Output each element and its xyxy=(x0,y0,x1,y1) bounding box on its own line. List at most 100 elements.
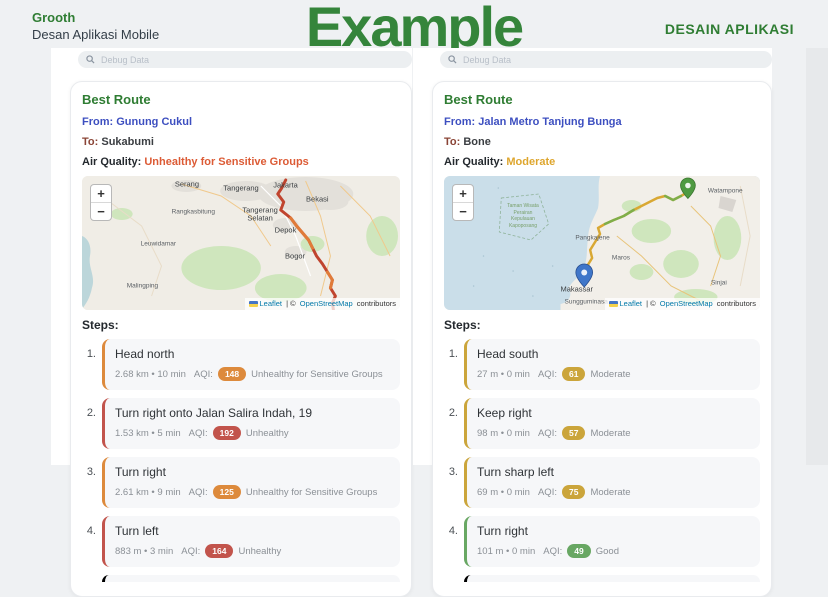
best-route-card: Best Route From: Gunung Cukul To: Sukabu… xyxy=(70,81,412,597)
map-label: Sinjai xyxy=(710,279,727,287)
map-label: Leuwidamar xyxy=(140,240,177,248)
step-item: 2. Turn right onto Jalan Salira Indah, 1… xyxy=(82,398,400,449)
card-title: Best Route xyxy=(82,92,151,107)
map-attribution: Leaflet | © OpenStreetMap contributors xyxy=(244,298,400,310)
aqi-category: Unhealthy xyxy=(238,545,282,557)
phone-screen-right: Best Route From: Jalan Metro Tanjung Bun… xyxy=(413,48,772,597)
map-label: Maros xyxy=(611,254,630,262)
map-tiles xyxy=(444,176,760,310)
map-label: Jakarta xyxy=(273,180,298,190)
steps-list: 1. Head north 2.68 km • 10 min AQI: 148 Unh… xyxy=(82,339,400,567)
map-label: Depok xyxy=(274,225,297,235)
aqi-category: Unhealthy for Sensitive Groups xyxy=(251,368,383,380)
step-distance: 2.61 km • 9 min xyxy=(115,486,181,498)
flag-icon xyxy=(608,300,618,307)
step-title: Turn left xyxy=(115,524,159,538)
search-input[interactable] xyxy=(461,53,764,66)
step-distance: 98 m • 0 min xyxy=(477,427,530,439)
aqi-category: Unhealthy xyxy=(245,427,289,439)
map-label: Watampone xyxy=(707,187,743,195)
aqi-category: Unhealthy for Sensitive Groups xyxy=(245,486,378,498)
map-label: Pangkajene xyxy=(575,234,610,242)
brand-name: Grooth xyxy=(32,10,76,25)
leaflet-link[interactable]: Leaflet xyxy=(260,299,283,308)
map-zoom-control: + − xyxy=(90,184,112,221)
osm-link[interactable]: OpenStreetMap xyxy=(660,299,713,308)
aqi-badge: 148 xyxy=(217,367,247,381)
map-tiles xyxy=(82,176,400,310)
step-distance: 69 m • 0 min xyxy=(477,486,530,498)
cropped-phone-edge xyxy=(806,48,828,465)
aqi-badge: 75 xyxy=(561,485,586,499)
search-bar[interactable] xyxy=(78,51,412,68)
zoom-out-button[interactable]: − xyxy=(91,203,111,220)
air-quality-line: Air Quality: Moderate xyxy=(444,156,556,168)
step-distance: 27 m • 0 min xyxy=(477,368,530,380)
step-item: 1. Head north 2.68 km • 10 min AQI: 148 Unh… xyxy=(82,339,400,390)
step-item: 2. Keep right 98 m • 0 min AQI: 57 Moderate xyxy=(444,398,760,449)
search-icon xyxy=(86,55,95,64)
aqi-badge: 57 xyxy=(561,426,586,440)
air-quality-line: Air Quality: Unhealthy for Sensitive Gro… xyxy=(82,156,309,168)
aqi-badge: 61 xyxy=(561,367,586,381)
zoom-out-button[interactable]: − xyxy=(453,203,473,220)
steps-list: 1. Head south 27 m • 0 min AQI: 61 Moderate… xyxy=(444,339,760,567)
map-label: Rangkasbitung xyxy=(171,208,215,216)
step-title: Head south xyxy=(477,347,539,361)
zoom-in-button[interactable]: + xyxy=(453,185,473,203)
search-icon xyxy=(448,55,457,64)
aqi-category: Good xyxy=(595,545,619,557)
route-map-right[interactable]: Watampone Pangkajene Maros Makassar Sung… xyxy=(444,176,760,310)
aqi-badge: 49 xyxy=(567,544,591,558)
steps-heading: Steps: xyxy=(82,318,119,332)
step-distance: 2.68 km • 10 min xyxy=(115,368,186,380)
from-line: From: Gunung Cukul xyxy=(82,116,192,128)
to-line: To: Sukabumi xyxy=(82,136,154,148)
step-distance: 883 m • 3 min xyxy=(115,545,174,557)
from-line: From: Jalan Metro Tanjung Bunga xyxy=(444,116,622,128)
step-title: Turn right onto Jalan Salira Indah, 19 xyxy=(115,406,313,420)
zoom-in-button[interactable]: + xyxy=(91,185,111,203)
search-input[interactable] xyxy=(99,53,404,66)
map-label: Bogor xyxy=(285,251,306,261)
aqi-badge: 125 xyxy=(212,485,241,499)
marine-park-label: Taman Wisata Perairan Kepulauan Kapoposa… xyxy=(507,203,539,229)
step-5-partial xyxy=(102,575,400,582)
map-label: Tangerang xyxy=(223,183,259,193)
step-title: Turn right xyxy=(477,524,528,538)
phone-screen-left: Best Route From: Gunung Cukul To: Sukabu… xyxy=(51,48,412,597)
map-label: Bekasi xyxy=(306,194,329,204)
step-title: Turn sharp left xyxy=(477,465,554,479)
route-map-left[interactable]: Serang Tangerang Jakarta Bekasi Tangeran… xyxy=(82,176,400,310)
best-route-card: Best Route From: Jalan Metro Tanjung Bun… xyxy=(432,81,772,597)
step-title: Keep right xyxy=(477,406,532,420)
osm-link[interactable]: OpenStreetMap xyxy=(300,299,353,308)
air-quality-value: Moderate xyxy=(506,156,556,168)
map-label: Malingping xyxy=(126,282,159,290)
aqi-category: Moderate xyxy=(590,368,631,380)
map-zoom-control: + − xyxy=(452,184,474,221)
aqi-category: Moderate xyxy=(590,486,631,498)
aqi-badge: 164 xyxy=(205,544,234,558)
search-bar[interactable] xyxy=(440,51,772,68)
header-right-title: DESAIN APLIKASI xyxy=(664,21,794,37)
step-5-partial xyxy=(464,575,760,582)
flag-icon xyxy=(248,300,258,307)
step-title: Turn right xyxy=(115,465,166,479)
to-line: To: Bone xyxy=(444,136,491,148)
aqi-badge: 192 xyxy=(212,426,241,440)
map-attribution: Leaflet | © OpenStreetMap contributors xyxy=(604,298,760,310)
steps-heading: Steps: xyxy=(444,318,481,332)
page-header: Grooth Desan Aplikasi Mobile Example DES… xyxy=(0,0,828,58)
map-label: Makassar xyxy=(560,284,593,294)
leaflet-link[interactable]: Leaflet xyxy=(620,299,643,308)
step-item: 1. Head south 27 m • 0 min AQI: 61 Moderate xyxy=(444,339,760,390)
map-label: Sungguminasa xyxy=(564,298,608,306)
step-distance: 1.53 km • 5 min xyxy=(115,427,181,439)
air-quality-value: Unhealthy for Sensitive Groups xyxy=(144,156,309,168)
aqi-category: Moderate xyxy=(590,427,631,439)
step-item: 4. Turn left 883 m • 3 min AQI: 164 Unhealt… xyxy=(82,516,400,567)
brand-subtitle: Desan Aplikasi Mobile xyxy=(32,27,160,42)
map-label: Serang xyxy=(174,179,200,189)
card-title: Best Route xyxy=(444,92,513,107)
